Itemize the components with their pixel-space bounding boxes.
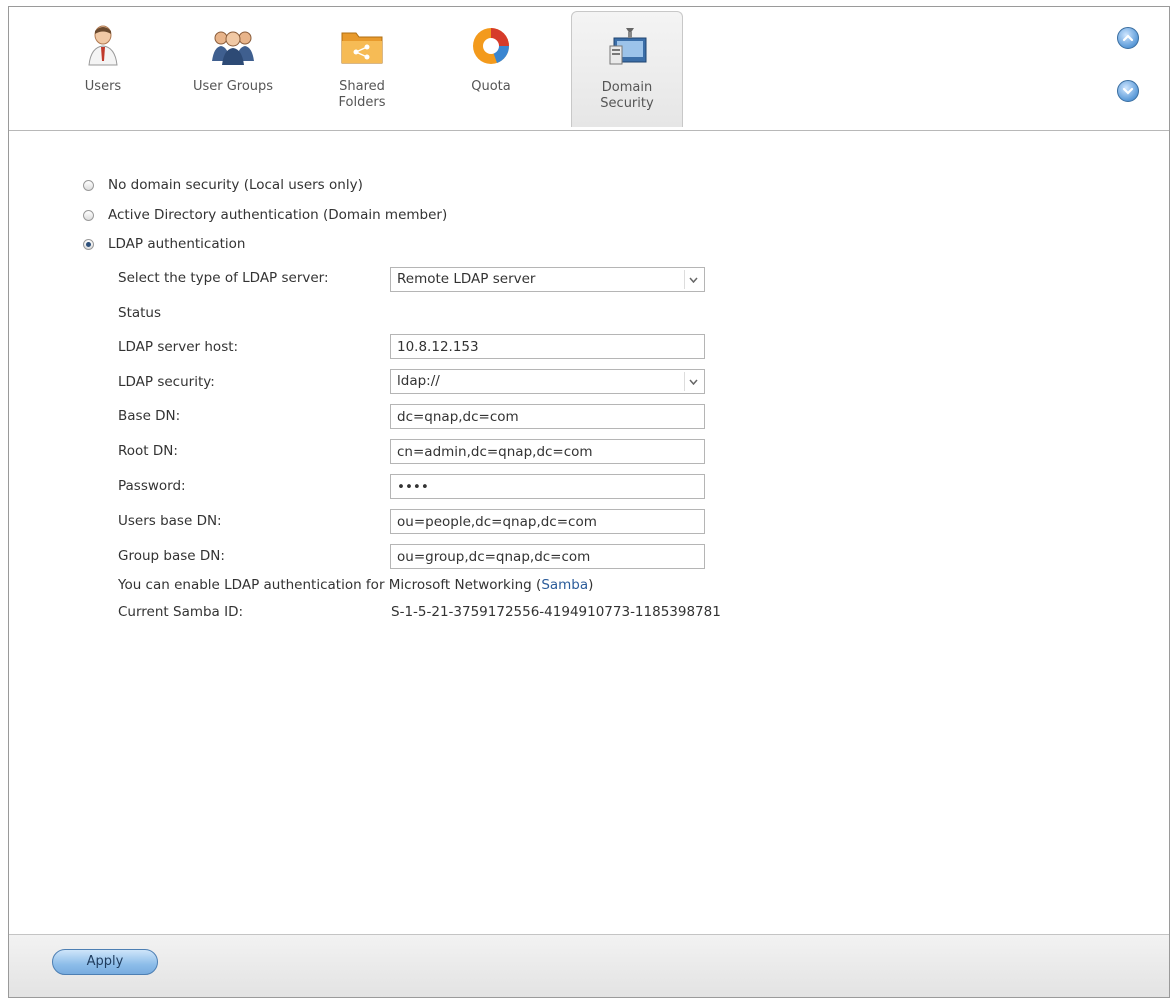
domain-security-window: Users User Groups Shared Folders Quota D… [8,6,1170,998]
ldap-server-host-input[interactable] [390,334,705,359]
root-dn-input[interactable] [390,439,705,464]
scroll-up-button[interactable] [1117,27,1139,49]
tab-shared-folders[interactable]: Shared Folders [306,11,418,123]
tab-domain-security[interactable]: Domain Security [571,11,683,127]
radio-label: LDAP authentication [108,236,246,252]
tab-shared-folders-label: Shared Folders [338,79,386,110]
current-samba-id-value: S-1-5-21-3759172556-4194910773-118539878… [391,604,721,620]
chevron-up-icon [1122,34,1134,42]
quota-icon [473,28,510,64]
radio-button[interactable] [83,209,94,221]
radio-label: Active Directory authentication (Domain … [108,207,448,223]
samba-note-close: ) [588,577,594,593]
samba-note: You can enable LDAP authentication for M… [118,577,593,593]
tab-user-groups[interactable]: User Groups [177,11,289,123]
radio-label: No domain security (Local users only) [108,177,363,193]
password-input[interactable] [390,474,705,499]
samba-link[interactable]: Samba [541,577,588,593]
password-label: Password: [118,478,186,494]
ldap-server-type-label: Select the type of LDAP server: [118,270,329,286]
ldap-server-type-value: Remote LDAP server [397,271,536,287]
user-groups-icon [212,31,254,65]
chevron-down-icon [684,270,702,289]
tab-quota[interactable]: Quota [435,11,547,123]
scroll-down-button[interactable] [1117,80,1139,102]
category-toolbar: Users User Groups Shared Folders Quota D… [9,7,1169,131]
chevron-down-icon [1122,87,1134,95]
ldap-security-select[interactable]: ldap:// [390,369,705,394]
radio-button[interactable] [83,238,94,250]
tab-users-label: Users [84,79,122,94]
samba-note-text: You can enable LDAP authentication for M… [118,577,542,593]
users-base-dn-label: Users base DN: [118,513,222,529]
radio-active-directory[interactable]: Active Directory authentication (Domain … [83,205,447,225]
ldap-security-label: LDAP security: [118,374,215,390]
base-dn-input[interactable] [390,404,705,429]
ldap-server-host-label: LDAP server host: [118,339,239,355]
tab-domain-security-label: Domain Security [600,80,654,111]
domain-security-icon [609,28,647,65]
ldap-security-value: ldap:// [397,373,440,389]
current-samba-id-label: Current Samba ID: [118,604,244,620]
status-label: Status [118,305,162,321]
tab-users[interactable]: Users [47,11,159,123]
radio-ldap-authentication[interactable]: LDAP authentication [83,234,246,254]
users-base-dn-input[interactable] [390,509,705,534]
group-base-dn-input[interactable] [390,544,705,569]
chevron-down-icon [684,372,702,391]
radio-button[interactable] [83,179,94,191]
tab-user-groups-label: User Groups [192,79,274,94]
group-base-dn-label: Group base DN: [118,548,225,564]
tab-quota-label: Quota [471,79,511,94]
shared-folders-icon [341,32,383,64]
base-dn-label: Base DN: [118,408,181,424]
action-bar: Apply [9,934,1169,997]
user-icon [88,25,118,66]
root-dn-label: Root DN: [118,443,178,459]
apply-button[interactable]: Apply [52,949,158,975]
radio-no-domain-security[interactable]: No domain security (Local users only) [83,175,363,195]
ldap-server-type-select[interactable]: Remote LDAP server [390,267,705,292]
